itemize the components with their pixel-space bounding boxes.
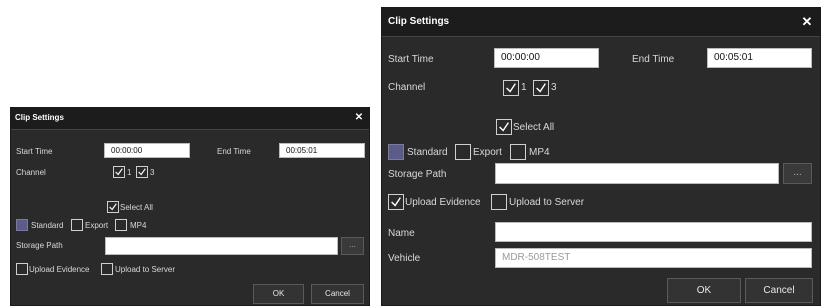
check-icon <box>138 168 146 176</box>
check-icon <box>499 122 509 132</box>
dialog-titlebar: Clip Settings ✕ <box>382 8 820 37</box>
close-icon[interactable]: ✕ <box>353 112 365 123</box>
cancel-button[interactable]: Cancel <box>311 284 364 304</box>
upload-to-server-label: Upload to Server <box>509 197 585 208</box>
upload-evidence-checkbox[interactable] <box>16 263 28 275</box>
dialog-title: Clip Settings <box>388 16 450 27</box>
select-all-checkbox[interactable] <box>107 201 119 213</box>
channel-3-checkbox[interactable] <box>136 166 148 178</box>
browse-button[interactable]: ... <box>783 163 812 184</box>
standard-checkbox[interactable] <box>16 219 28 231</box>
check-icon <box>109 203 117 211</box>
upload-to-server-checkbox[interactable] <box>101 263 113 275</box>
check-icon <box>115 168 123 176</box>
mp4-label: MP4 <box>130 221 147 230</box>
ok-button[interactable]: OK <box>667 278 741 303</box>
name-label: Name <box>388 228 415 239</box>
export-checkbox[interactable] <box>71 219 83 231</box>
check-icon <box>391 197 401 207</box>
select-all-label: Select All <box>513 122 555 133</box>
standard-label: Standard <box>407 147 448 158</box>
channel-3-checkbox[interactable] <box>533 80 549 96</box>
storage-path-input[interactable] <box>105 237 338 255</box>
check-icon <box>506 83 516 93</box>
end-time-input[interactable]: 00:05:01 <box>707 48 812 68</box>
storage-path-label: Storage Path <box>388 169 447 180</box>
export-label: Export <box>473 147 502 158</box>
start-time-input[interactable]: 00:00:00 <box>494 48 599 68</box>
export-label: Export <box>85 221 109 230</box>
clip-settings-dialog-small: Clip Settings ✕ Start Time 00:00:00 End … <box>10 107 370 306</box>
dialog-titlebar: Clip Settings ✕ <box>11 108 369 130</box>
upload-to-server-label: Upload to Server <box>115 265 176 274</box>
channel-1-label: 1 <box>127 168 132 177</box>
start-time-label: Start Time <box>388 54 434 65</box>
browse-button[interactable]: ... <box>341 237 364 255</box>
select-all-label: Select All <box>120 203 153 212</box>
end-time-input[interactable]: 00:05:01 <box>279 143 365 158</box>
upload-evidence-label: Upload Evidence <box>405 197 481 208</box>
upload-evidence-checkbox[interactable] <box>388 194 404 210</box>
end-time-label: End Time <box>632 54 675 65</box>
channel-label: Channel <box>16 168 46 177</box>
channel-3-label: 3 <box>150 168 155 177</box>
close-icon[interactable]: ✕ <box>800 14 814 30</box>
check-icon <box>536 83 546 93</box>
channel-3-label: 3 <box>551 82 557 93</box>
storage-path-label: Storage Path <box>16 241 63 250</box>
upload-evidence-label: Upload Evidence <box>29 265 90 274</box>
mp4-checkbox[interactable] <box>510 144 526 160</box>
storage-path-input[interactable] <box>495 163 779 184</box>
vehicle-input[interactable]: MDR-508TEST <box>495 248 812 268</box>
channel-1-label: 1 <box>521 82 527 93</box>
name-input[interactable] <box>495 222 812 242</box>
channel-1-checkbox[interactable] <box>113 166 125 178</box>
start-time-label: Start Time <box>16 147 53 156</box>
upload-to-server-checkbox[interactable] <box>491 194 507 210</box>
clip-settings-dialog-large: Clip Settings ✕ Start Time 00:00:00 End … <box>381 7 821 306</box>
channel-label: Channel <box>388 82 426 93</box>
select-all-checkbox[interactable] <box>496 119 512 135</box>
mp4-checkbox[interactable] <box>115 219 127 231</box>
standard-checkbox[interactable] <box>388 144 404 160</box>
dialog-title: Clip Settings <box>15 113 64 122</box>
ok-button[interactable]: OK <box>253 284 304 304</box>
vehicle-label: Vehicle <box>388 253 421 264</box>
mp4-label: MP4 <box>529 147 550 158</box>
export-checkbox[interactable] <box>455 144 471 160</box>
end-time-label: End Time <box>217 147 251 156</box>
standard-label: Standard <box>31 221 64 230</box>
channel-1-checkbox[interactable] <box>503 80 519 96</box>
start-time-input[interactable]: 00:00:00 <box>104 143 190 158</box>
cancel-button[interactable]: Cancel <box>745 278 813 303</box>
